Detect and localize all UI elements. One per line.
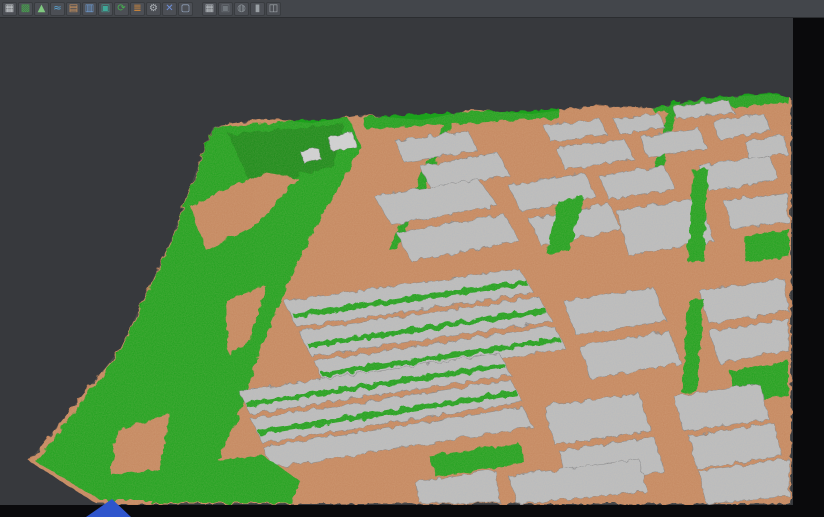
toolbar-separator bbox=[194, 2, 201, 16]
clear-selection-icon[interactable]: ✕ bbox=[162, 2, 177, 16]
screen-icon[interactable]: ▣ bbox=[218, 2, 233, 16]
toolbar: ▦▩▲≈▤▥▣⟳≣⚙✕▢▦▣◍▮◫ bbox=[0, 0, 824, 18]
classification-icon[interactable]: ▩ bbox=[18, 2, 33, 16]
layers-icon[interactable]: ≣ bbox=[130, 2, 145, 16]
split-window-icon[interactable]: ◫ bbox=[266, 2, 281, 16]
viewport-3d[interactable] bbox=[0, 0, 824, 517]
refresh-icon[interactable]: ⟳ bbox=[114, 2, 129, 16]
profile-icon[interactable]: ▥ bbox=[82, 2, 97, 16]
texture-icon[interactable]: ▣ bbox=[98, 2, 113, 16]
frame-right bbox=[793, 18, 824, 517]
globe-icon[interactable]: ◍ bbox=[234, 2, 249, 16]
point-cloud-grain bbox=[0, 18, 793, 505]
dem-icon[interactable]: ▲ bbox=[34, 2, 49, 16]
terrain-grid-icon[interactable]: ▦ bbox=[2, 2, 17, 16]
application-window: ▦▩▲≈▤▥▣⟳≣⚙✕▢▦▣◍▮◫ bbox=[0, 0, 824, 517]
fit-view-icon[interactable]: ▢ bbox=[178, 2, 193, 16]
grid-view-icon[interactable]: ▦ bbox=[202, 2, 217, 16]
ground-layer-icon[interactable]: ▤ bbox=[66, 2, 81, 16]
water-icon[interactable]: ≈ bbox=[50, 2, 65, 16]
histogram-icon[interactable]: ▮ bbox=[250, 2, 265, 16]
settings-gear-icon[interactable]: ⚙ bbox=[146, 2, 161, 16]
